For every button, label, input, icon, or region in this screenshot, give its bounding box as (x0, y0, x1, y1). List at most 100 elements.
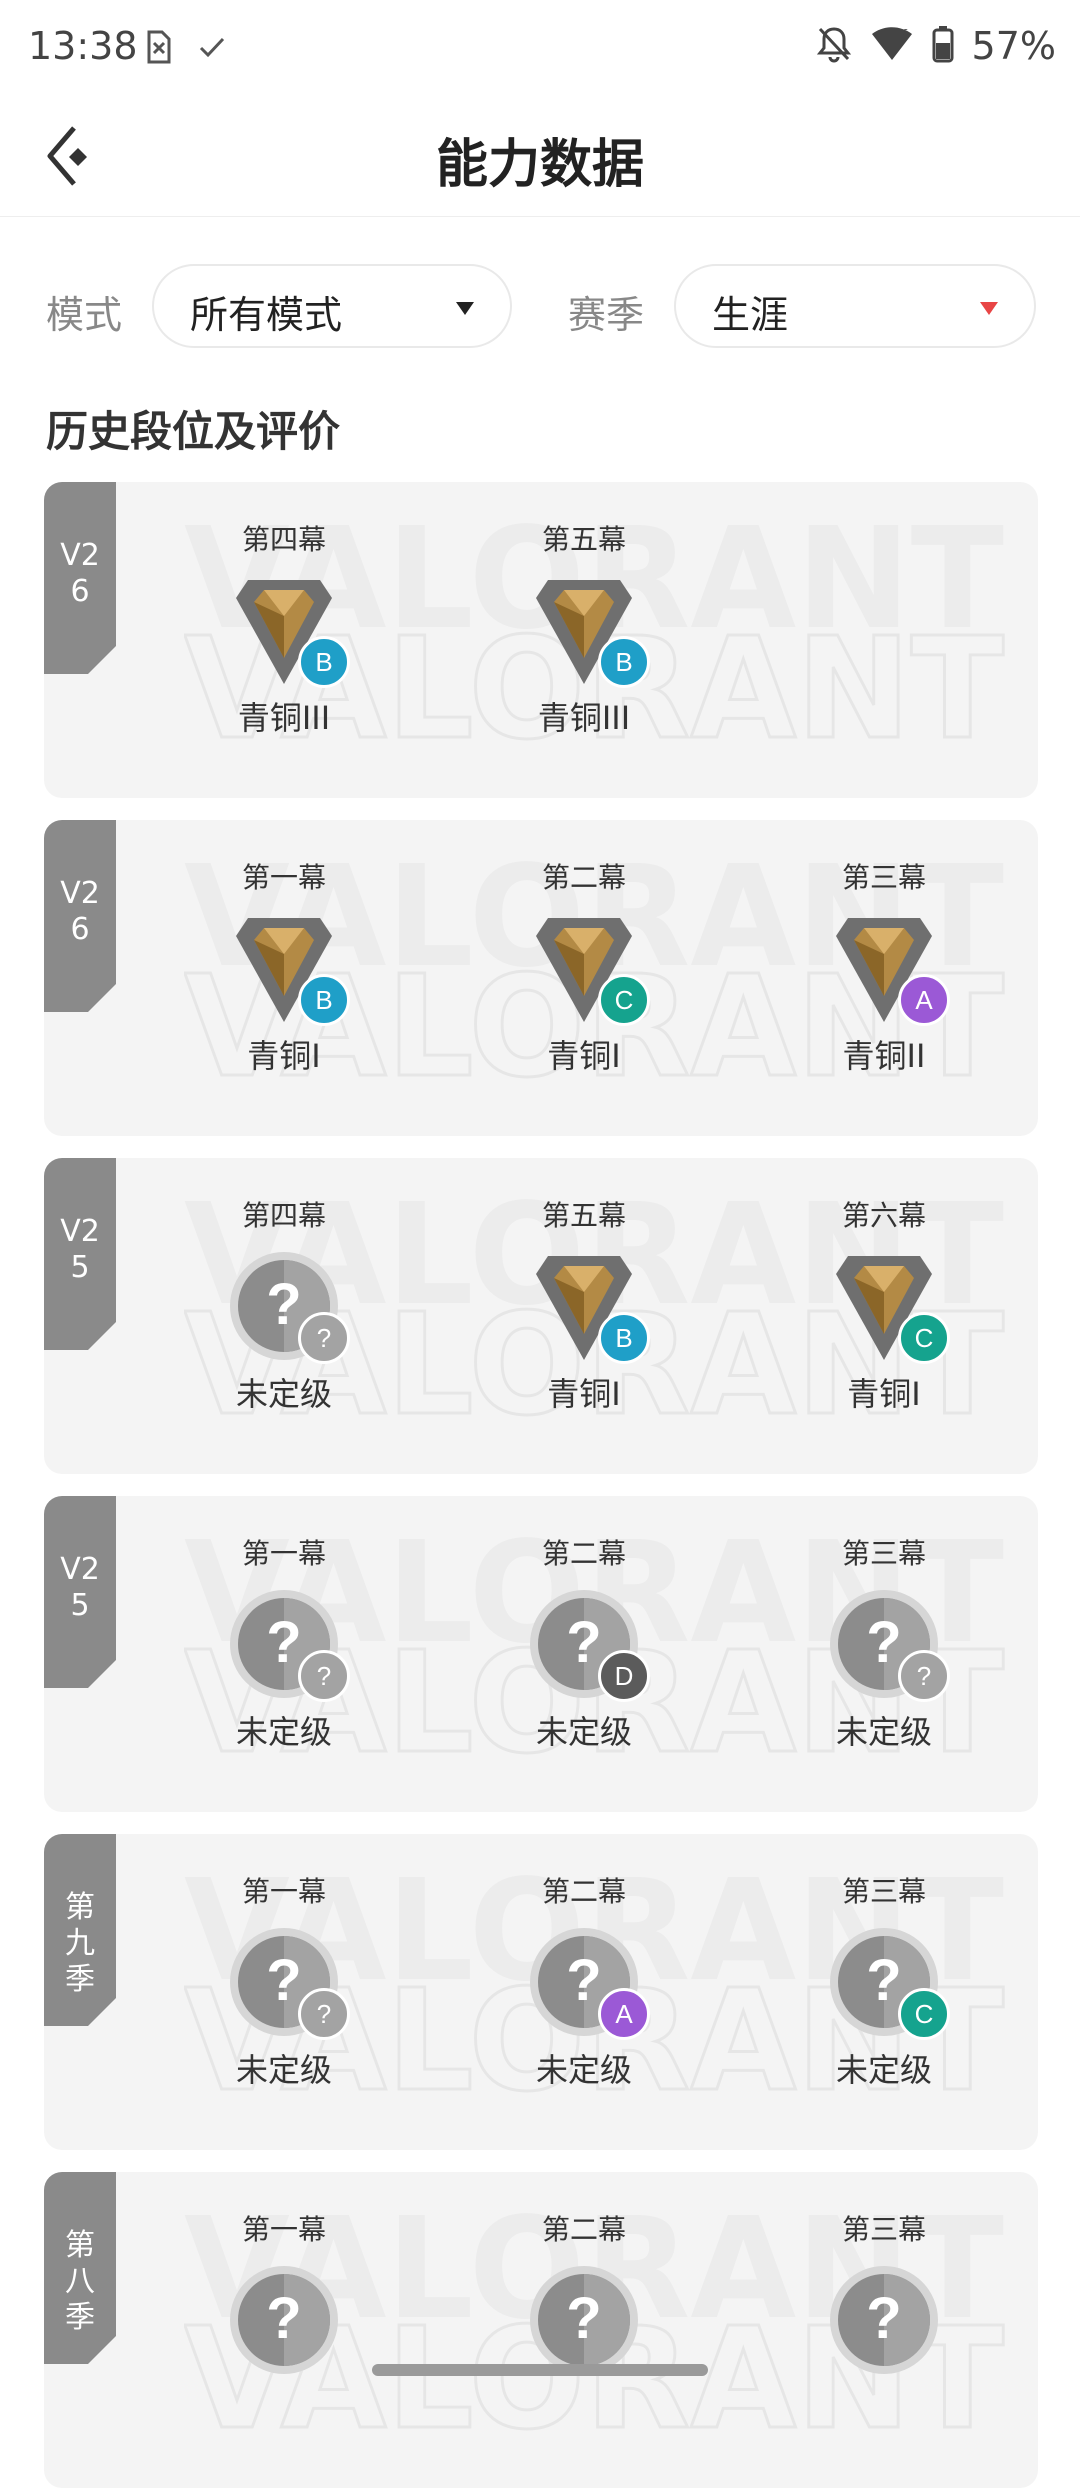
act-rank-item[interactable]: 第四幕 B 青铜III (184, 522, 384, 738)
dropdown-arrow-icon (980, 302, 998, 315)
act-rank-item[interactable]: 第一幕 B 青铜I (184, 860, 384, 1076)
act-rank-item[interactable]: 第二幕 ? A 未定级 (484, 1874, 684, 2090)
act-name: 第三幕 (841, 1875, 926, 1908)
rank-name: 未定级 (235, 1375, 332, 1413)
season-tag-text: V2 (60, 1552, 100, 1587)
svg-text:?: ? (866, 1948, 901, 2013)
season-tag-text: 第 (65, 2228, 95, 2263)
unranked-icon: ?? (824, 1586, 950, 1706)
act-name: 第四幕 (241, 523, 326, 556)
season-tag-text: 九 (65, 1926, 95, 1961)
grade-badge: C (598, 974, 650, 1026)
season-tag: V2 5 (44, 1158, 116, 1350)
grade-badge: B (598, 636, 650, 688)
season-tag-text: 5 (70, 1250, 90, 1285)
act-rank-item[interactable]: 第二幕? D 未定级 (484, 1536, 684, 1752)
svg-text:?: ? (266, 2286, 301, 2351)
svg-text:?: ? (866, 1610, 901, 1675)
unranked-icon: ?? (224, 1924, 350, 2044)
act-name: 第五幕 (541, 1199, 626, 1232)
act-name: 第二幕 (541, 1875, 626, 1908)
grade-badge: D (598, 1650, 650, 1702)
rank-name: 青铜II (842, 1037, 926, 1075)
grade-badge: ? (298, 1988, 350, 2040)
mode-select[interactable]: 所有模式 (152, 264, 512, 348)
page-title: 能力数据 (435, 135, 644, 195)
unranked-icon: ? D (524, 1586, 650, 1706)
unranked-icon: ?? (224, 1248, 350, 1368)
tag-corner (88, 984, 116, 1012)
act-rank-item[interactable]: 第三幕? (784, 2212, 984, 2428)
rank-name: 未定级 (535, 2051, 632, 2089)
season-tag-text: 第 (65, 1890, 95, 1925)
act-rank-item[interactable]: 第二幕? (484, 2212, 684, 2428)
season-tag-text: V2 (60, 538, 100, 573)
status-bar: 13:38 6 57% (0, 0, 1080, 100)
season-select[interactable]: 生涯 (674, 264, 1036, 348)
tag-corner (88, 646, 116, 674)
unranked-icon: ? (224, 2262, 344, 2382)
rank-name: 青铜I (847, 1375, 921, 1413)
rank-name: 青铜I (547, 1037, 621, 1075)
battery-level: 57% (971, 24, 1056, 68)
rank-name: 未定级 (235, 2051, 332, 2089)
act-name: 第二幕 (541, 2213, 626, 2246)
act-name: 第一幕 (241, 1537, 326, 1570)
act-rank-item[interactable]: 第五幕 B 青铜III (484, 522, 684, 738)
act-rank-item[interactable]: 第三幕?? 未定级 (784, 1536, 984, 1752)
season-tag-text: 季 (65, 2300, 95, 2335)
bronze-rank-icon: B (224, 910, 350, 1030)
rank-name: 未定级 (835, 1713, 932, 1751)
act-rank-item[interactable]: 第五幕 B 青铜I (484, 1198, 684, 1414)
season-card: VALORANT VALORANT V2 6 第四幕 B 青铜III 第五幕 B 青铜III (44, 482, 1038, 798)
grade-badge: A (898, 974, 950, 1026)
act-rank-item[interactable]: 第四幕?? 未定级 (184, 1198, 384, 1414)
svg-text:?: ? (266, 1272, 301, 1337)
unranked-icon: ? A (524, 1924, 650, 2044)
act-name: 第三幕 (841, 1537, 926, 1570)
grade-badge: ? (898, 1650, 950, 1702)
svg-text:6: 6 (902, 28, 908, 39)
svg-text:?: ? (266, 1610, 301, 1675)
status-time: 13:38 (28, 24, 138, 68)
svg-text:?: ? (566, 1610, 601, 1675)
bronze-rank-icon: A (824, 910, 950, 1030)
rank-name (184, 2388, 384, 2428)
act-rank-item[interactable]: 第二幕 C 青铜I (484, 860, 684, 1076)
season-tag: V2 6 (44, 820, 116, 1012)
grade-badge: ? (298, 1650, 350, 1702)
grade-badge: B (298, 974, 350, 1026)
rank-name: 青铜III (537, 699, 631, 737)
act-rank-item[interactable]: 第三幕 A 青铜II (784, 860, 984, 1076)
act-name: 第三幕 (841, 861, 926, 894)
tag-corner (88, 2336, 116, 2364)
season-tag: 第八季 (44, 2172, 116, 2364)
season-tag-text: V2 (60, 876, 100, 911)
unranked-icon: ? C (824, 1924, 950, 2044)
grade-badge: ? (298, 1312, 350, 1364)
season-tag: V2 6 (44, 482, 116, 674)
season-label: 赛季 (568, 293, 645, 337)
act-name: 第五幕 (541, 523, 626, 556)
svg-text:?: ? (566, 2286, 601, 2351)
season-tag-text: 5 (70, 1588, 90, 1623)
rank-name (484, 2388, 684, 2428)
act-rank-item[interactable]: 第一幕?? 未定级 (184, 1536, 384, 1752)
act-rank-item[interactable]: 第三幕 ? C 未定级 (784, 1874, 984, 2090)
season-card: VALORANT VALORANT V2 6 第一幕 B 青铜I 第二幕 C 青铜I 第三幕 A 青铜I… (44, 820, 1038, 1136)
season-tag-text: 八 (65, 2264, 95, 2299)
season-card: VALORANTVALORANTV25第一幕??未定级第二幕?D未定级第三幕??… (44, 1496, 1038, 1812)
act-rank-item[interactable]: 第六幕 C 青铜I (784, 1198, 984, 1414)
season-select-value: 生涯 (712, 293, 789, 337)
act-rank-item[interactable]: 第一幕?? 未定级 (184, 1874, 384, 2090)
svg-text:?: ? (566, 1948, 601, 2013)
act-name: 第六幕 (841, 1199, 926, 1232)
act-rank-item[interactable]: 第一幕? (184, 2212, 384, 2428)
season-tag-text: 季 (65, 1962, 95, 1997)
gesture-bar[interactable] (372, 2364, 708, 2376)
wifi-icon: 6 (870, 26, 914, 66)
app-header: 能力数据 (0, 100, 1080, 217)
tag-corner (88, 1660, 116, 1688)
rank-name: 未定级 (835, 2051, 932, 2089)
dropdown-arrow-icon (456, 302, 474, 315)
